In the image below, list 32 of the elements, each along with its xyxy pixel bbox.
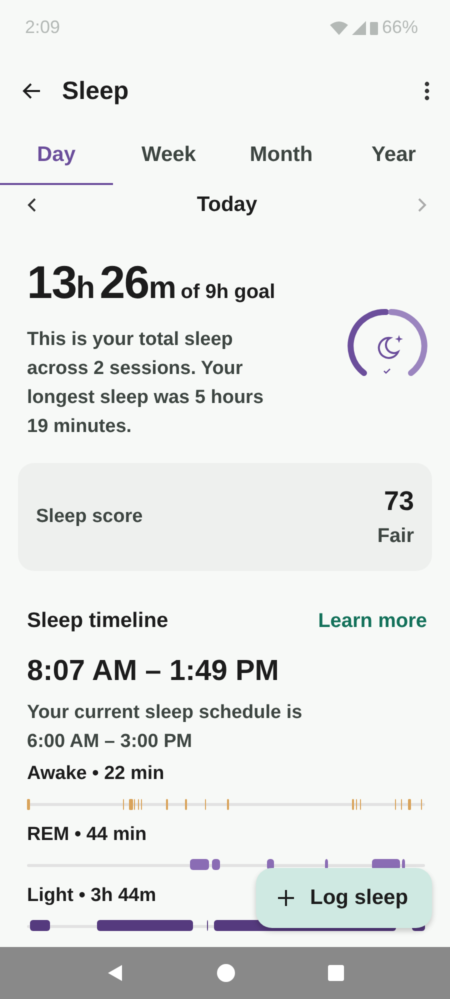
battery-percent: 66% (382, 17, 418, 38)
stage-label: REM • 44 min (27, 823, 147, 847)
signal-icon (352, 20, 366, 34)
period-tab[interactable]: Month (225, 127, 338, 185)
chevron-left-icon[interactable] (27, 198, 37, 212)
sleep-score-card[interactable]: Sleep score 73 Fair (18, 463, 432, 571)
total-sleep-duration: 13h 26m of 9h goal (27, 255, 276, 310)
sleep-time-range: 8:07 AM – 1:49 PM (26, 654, 280, 688)
battery-icon (370, 20, 378, 34)
recents-square-icon[interactable] (328, 965, 344, 981)
sleep-schedule-text: Your current sleep schedule is 6:00 AM – 3:00 PM (27, 701, 304, 754)
back-triangle-icon[interactable] (106, 964, 124, 982)
more-options-icon[interactable] (424, 81, 430, 101)
period-tab[interactable]: Week (112, 127, 225, 185)
sleep-summary-text: This is your total sleep across 2 sessions. Your longest sleep was 5 hours 19 minutes. (27, 328, 265, 439)
wifi-icon (330, 20, 348, 34)
score-value: 73 (384, 486, 414, 517)
period-tab[interactable]: Day (0, 127, 112, 185)
plus-icon (278, 890, 294, 906)
home-circle-icon[interactable] (216, 964, 235, 982)
stage-label: Awake • 22 min (27, 762, 164, 786)
score-rating: Fair (377, 525, 414, 548)
log-sleep-button[interactable]: Log sleep (256, 868, 432, 928)
screen-title: Sleep (62, 76, 130, 106)
section-title: Sleep timeline (27, 609, 168, 633)
stage-label: Light • 3h 44m (27, 884, 156, 908)
period-tab[interactable]: Year (338, 127, 450, 185)
learn-more-link[interactable]: Learn more (318, 610, 427, 632)
status-time: 2:09 (25, 17, 60, 38)
score-label: Sleep score (36, 506, 143, 528)
date-label: Today (196, 193, 258, 217)
back-arrow-icon[interactable] (22, 81, 42, 101)
